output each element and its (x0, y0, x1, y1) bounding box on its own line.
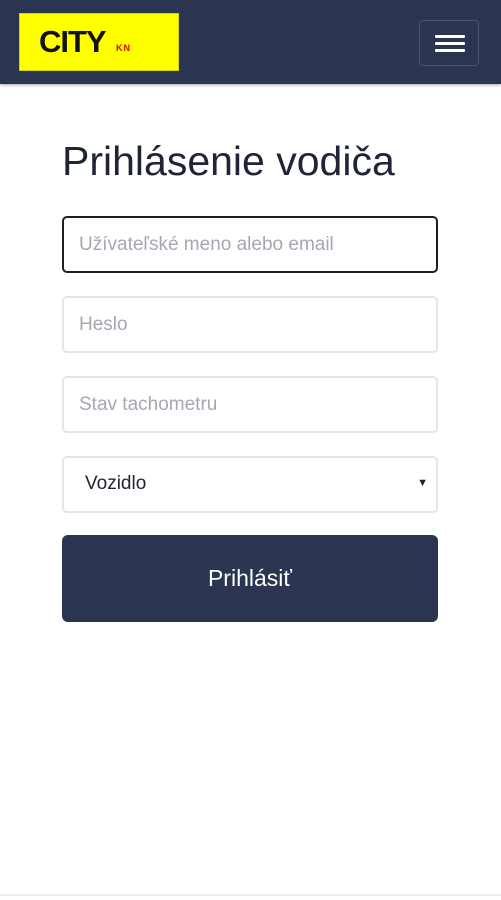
bottom-divider (0, 894, 501, 896)
password-input[interactable] (62, 296, 438, 353)
brand-logo[interactable]: CITY KN (19, 13, 179, 71)
tachometer-input[interactable] (62, 376, 438, 433)
username-input[interactable] (62, 216, 438, 273)
hamburger-menu-icon (435, 49, 465, 52)
dropdown-caret-icon: ▼ (417, 477, 428, 489)
page-title: Prihlásenie vodiča (62, 138, 395, 184)
vehicle-select-value: Vozidlo (85, 473, 147, 494)
vehicle-select[interactable]: Vozidlo ▼ (62, 456, 438, 513)
menu-toggle-button[interactable] (419, 20, 479, 66)
hamburger-menu-icon (435, 35, 465, 38)
hamburger-menu-icon (435, 42, 465, 45)
top-navbar: CITY KN (0, 0, 501, 84)
logo-subtext: KN (116, 43, 131, 53)
logo-text: CITY (39, 24, 107, 59)
login-submit-button[interactable]: Prihlásiť (62, 535, 438, 622)
